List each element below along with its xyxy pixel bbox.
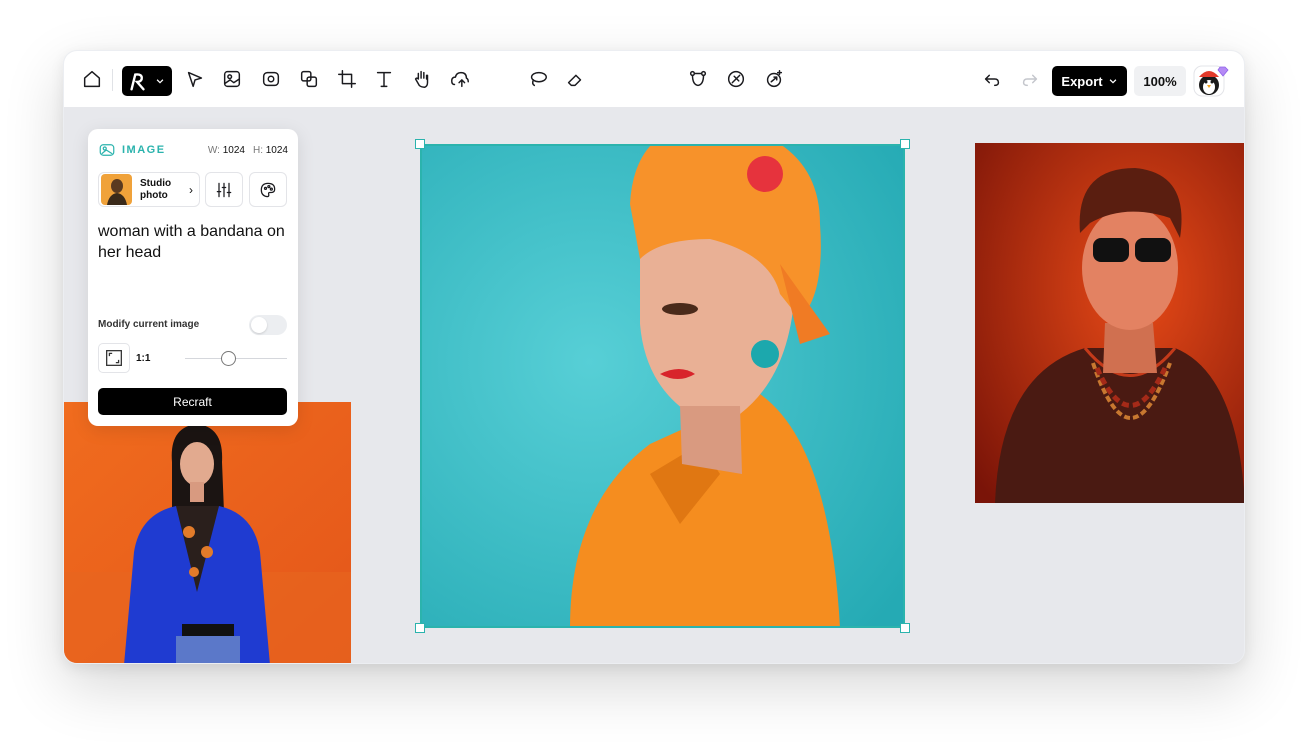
resize-handle-bottom-right[interactable] bbox=[900, 623, 910, 633]
selection-outline bbox=[420, 144, 905, 628]
panel-header: IMAGE W: 1024 H: 1024 bbox=[98, 140, 288, 160]
canvas[interactable]: IMAGE W: 1024 H: 1024 Studio photo › wom… bbox=[64, 107, 1244, 663]
canvas-image-sunglasses-man[interactable] bbox=[975, 143, 1244, 503]
brand-logo-icon bbox=[130, 73, 145, 91]
upload-image-icon[interactable] bbox=[446, 65, 474, 93]
image-frame-icon[interactable] bbox=[218, 65, 246, 93]
lasso-icon[interactable] bbox=[524, 65, 552, 93]
remove-background-icon[interactable] bbox=[722, 65, 750, 93]
prompt-text[interactable]: woman with a bandana on her head bbox=[98, 221, 290, 263]
panel-title: IMAGE bbox=[122, 144, 166, 156]
width-value[interactable]: 1024 bbox=[223, 145, 245, 156]
export-label: Export bbox=[1061, 73, 1103, 89]
width-label: W: bbox=[207, 144, 220, 156]
image-type-icon bbox=[99, 144, 115, 156]
modify-image-toggle[interactable] bbox=[249, 315, 287, 335]
toolbar-divider bbox=[112, 69, 113, 91]
hand-tool-icon[interactable] bbox=[408, 65, 436, 93]
style-thumbnail bbox=[101, 174, 132, 205]
canvas-image-blue-blazer[interactable] bbox=[64, 402, 351, 663]
app-window: Export 100% IMAGE W: 1024 H: 1024 Studio… bbox=[63, 50, 1245, 664]
image-generate-icon[interactable] bbox=[257, 65, 285, 93]
undo-icon[interactable] bbox=[978, 65, 1006, 93]
aspect-ratio-label: 1:1 bbox=[136, 353, 151, 364]
image-dimensions: W: 1024 H: 1024 bbox=[208, 145, 288, 156]
palette-icon bbox=[260, 182, 276, 197]
adjustments-button[interactable] bbox=[205, 172, 243, 207]
resize-handle-top-left[interactable] bbox=[415, 139, 425, 149]
height-label: H: bbox=[252, 144, 263, 156]
modify-image-label: Modify current image bbox=[98, 319, 200, 330]
style-selector-button[interactable]: Studio photo › bbox=[98, 172, 200, 207]
zoom-level[interactable]: 100% bbox=[1134, 66, 1186, 96]
eraser-icon[interactable] bbox=[561, 65, 589, 93]
crop-frame-icon[interactable] bbox=[333, 65, 361, 93]
resize-handle-top-right[interactable] bbox=[900, 139, 910, 149]
chevron-right-icon: › bbox=[189, 182, 193, 197]
chevron-down-icon bbox=[156, 79, 164, 84]
aspect-ratio-icon bbox=[106, 350, 122, 366]
layers-icon[interactable] bbox=[295, 65, 323, 93]
home-icon[interactable] bbox=[78, 65, 106, 93]
toolbar: Export 100% bbox=[64, 51, 1244, 107]
style-label: Studio photo bbox=[140, 177, 172, 201]
text-tool-icon[interactable] bbox=[370, 65, 398, 93]
recraft-button[interactable]: Recraft bbox=[98, 388, 287, 415]
aspect-ratio-button[interactable] bbox=[98, 343, 130, 373]
redo-icon[interactable] bbox=[1016, 65, 1044, 93]
export-button[interactable]: Export bbox=[1052, 66, 1127, 96]
aspect-ratio-slider-thumb[interactable] bbox=[221, 351, 236, 366]
height-value[interactable]: 1024 bbox=[266, 145, 288, 156]
vectorize-icon[interactable] bbox=[684, 65, 712, 93]
select-arrow-icon[interactable] bbox=[181, 65, 209, 93]
sliders-icon bbox=[216, 182, 232, 197]
user-avatar[interactable] bbox=[1193, 63, 1229, 97]
chevron-down-icon bbox=[1109, 79, 1116, 84]
image-settings-panel: IMAGE W: 1024 H: 1024 Studio photo › wom… bbox=[88, 129, 298, 426]
color-palette-button[interactable] bbox=[249, 172, 287, 207]
upscale-icon[interactable] bbox=[760, 65, 788, 93]
brand-menu-button[interactable] bbox=[122, 66, 172, 96]
resize-handle-bottom-left[interactable] bbox=[415, 623, 425, 633]
aspect-ratio-slider[interactable] bbox=[185, 358, 287, 359]
